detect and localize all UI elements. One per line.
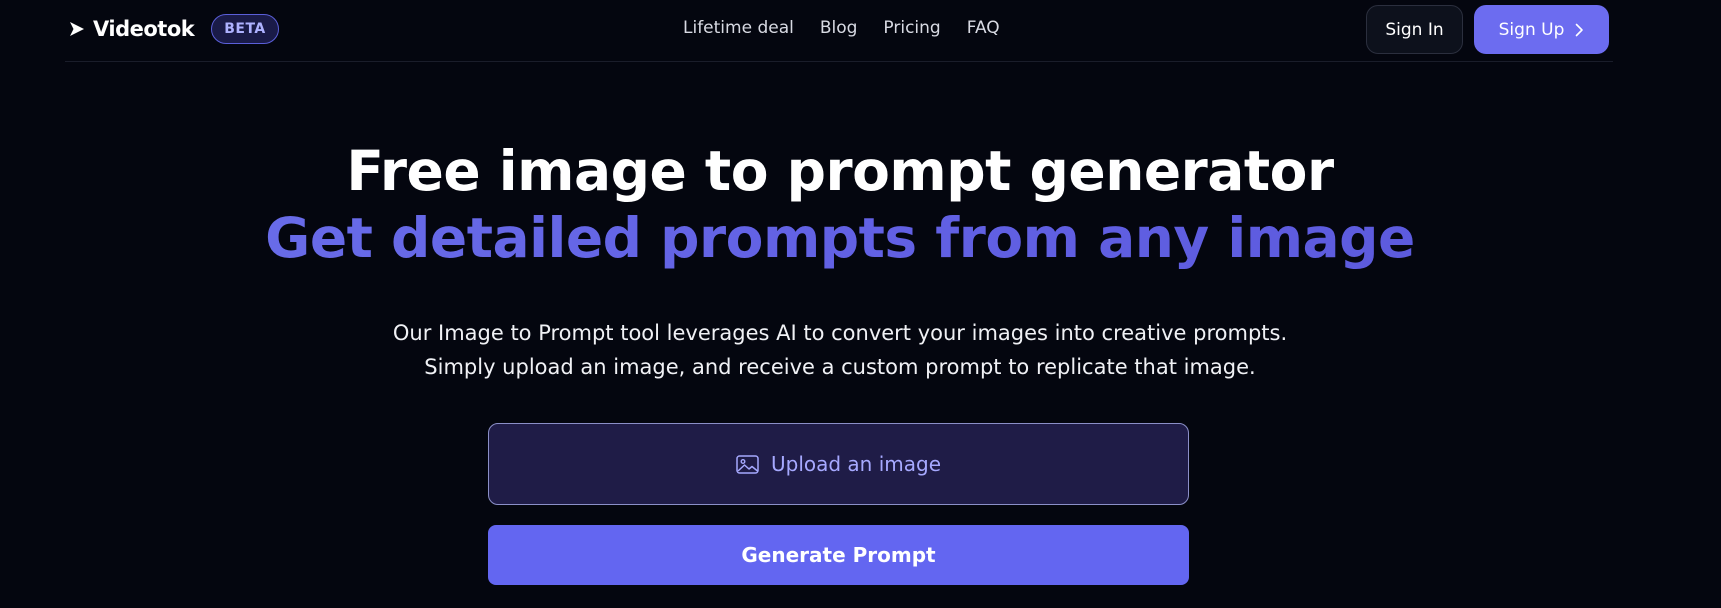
description-line-2: Simply upload an image, and receive a cu…	[424, 355, 1256, 379]
generate-prompt-label: Generate Prompt	[741, 543, 936, 567]
sign-in-label: Sign In	[1385, 19, 1444, 40]
nav-link-blog[interactable]: Blog	[820, 18, 858, 38]
sign-up-button[interactable]: Sign Up	[1474, 5, 1609, 54]
hero-description: Our Image to Prompt tool leverages AI to…	[0, 316, 1680, 384]
sign-in-button[interactable]: Sign In	[1366, 5, 1463, 54]
videotok-logo-icon	[70, 22, 84, 36]
page-title: Free image to prompt generator	[346, 139, 1334, 203]
image-icon	[736, 454, 759, 474]
main-nav: Lifetime deal Blog Pricing FAQ	[683, 18, 1000, 38]
sign-up-label: Sign Up	[1498, 19, 1565, 40]
logo-text: Videotok	[93, 17, 195, 41]
nav-link-faq[interactable]: FAQ	[967, 18, 1000, 38]
top-navigation-bar: Videotok BETA Lifetime deal Blog Pricing…	[65, 0, 1613, 62]
upload-label: Upload an image	[770, 452, 942, 476]
page-subtitle: Get detailed prompts from any image	[0, 205, 1680, 271]
beta-badge: BETA	[211, 14, 279, 44]
generate-prompt-button[interactable]: Generate Prompt	[488, 525, 1189, 585]
upload-image-dropzone[interactable]: Upload an image	[488, 423, 1189, 505]
nav-link-pricing[interactable]: Pricing	[883, 18, 940, 38]
brand[interactable]: Videotok BETA	[68, 14, 279, 44]
nav-link-lifetime-deal[interactable]: Lifetime deal	[683, 18, 794, 38]
chevron-right-icon	[1576, 23, 1584, 36]
description-line-1: Our Image to Prompt tool leverages AI to…	[392, 321, 1288, 345]
